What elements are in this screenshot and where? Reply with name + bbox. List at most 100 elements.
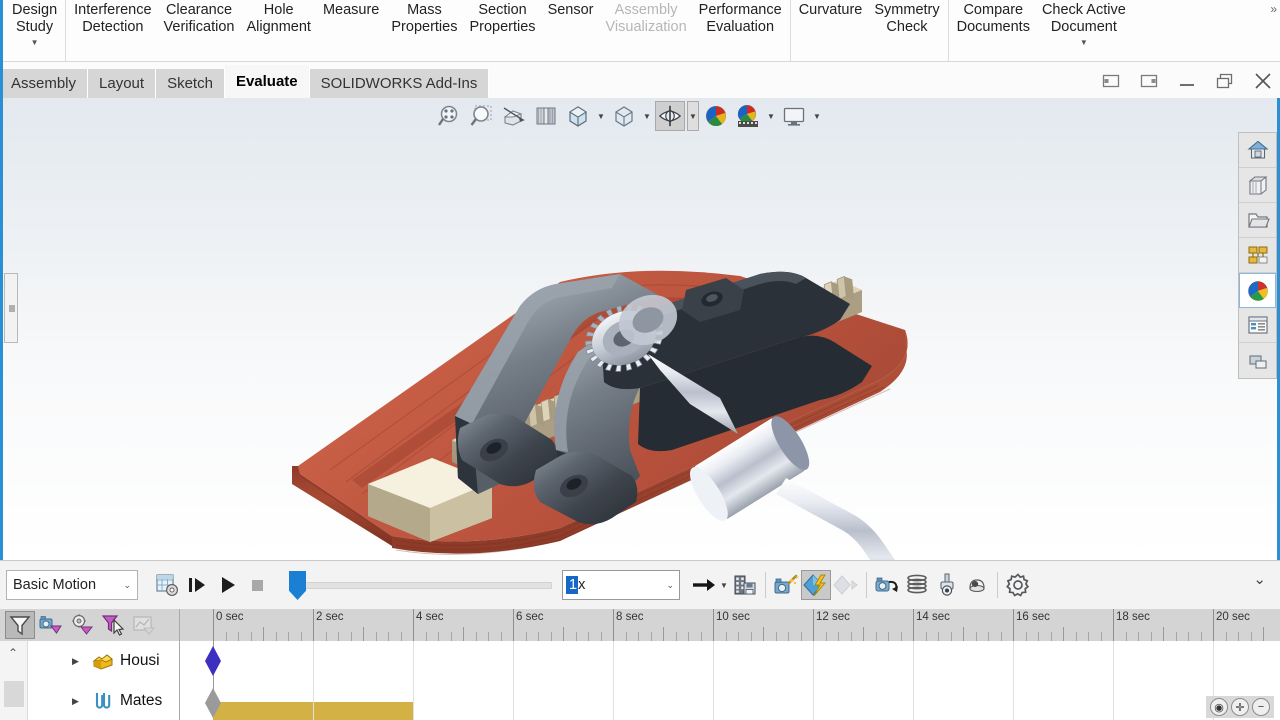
graphics-viewport[interactable]: ▼ ▼ ▼ [0,98,1280,560]
ruler-tick [476,632,477,641]
restore-doc-right-button[interactable] [1138,70,1160,92]
ruler-tick [863,627,864,641]
close-button[interactable] [1252,70,1274,92]
feature-manager-tree-icon[interactable] [1239,168,1276,203]
tab-layout[interactable]: Layout [88,69,156,98]
save-animation-icon[interactable] [730,570,760,600]
key-housing[interactable] [205,646,221,676]
ribbon-button-mass-properties[interactable]: Mass Properties [385,0,463,36]
ribbon-button-compare-documents[interactable]: Compare Documents [951,0,1036,36]
scroll-up-icon[interactable]: ⌃ [8,646,18,660]
chevron-down-icon[interactable]: ▼ [765,101,777,131]
filter-icon[interactable] [5,611,35,639]
feature-manager-collapsed-tab[interactable] [4,273,18,343]
view-setting-scene-icon[interactable] [733,101,763,131]
ruler-tick [1251,632,1252,641]
restore-button[interactable] [1214,70,1236,92]
zoom-out-timeline-button[interactable]: − [1252,698,1270,716]
stop-icon[interactable] [242,570,272,600]
chevron-down-icon[interactable]: ▼ [31,39,39,47]
play-from-start-icon[interactable] [212,570,242,600]
ruler-label: 8 sec [616,611,644,623]
property-manager-icon[interactable] [1239,308,1276,343]
autokey-icon[interactable] [801,570,831,600]
tree-row-housing[interactable]: ▶ Housi [28,641,180,681]
tab-sketch[interactable]: Sketch [156,69,225,98]
tree-gutter[interactable]: ⌃ [0,641,28,720]
chevron-down-icon[interactable]: ▼ [811,101,823,131]
chevron-down-icon[interactable]: ▼ [595,101,607,131]
tab-evaluate[interactable]: Evaluate [225,65,310,98]
display-manager-icon[interactable] [1239,273,1276,308]
damper-icon[interactable] [932,570,962,600]
chevron-down-icon[interactable]: ⌄ [123,580,131,591]
contact-icon[interactable] [962,570,992,600]
playback-mode-icon[interactable] [688,570,718,600]
ribbon-button-hole-alignment[interactable]: Hole Alignment [240,0,316,36]
zoom-to-fit-timeline-button[interactable]: ◉ [1210,698,1228,716]
ribbon-button-symmetry-check[interactable]: Symmetry Check [868,0,945,36]
tab-assembly[interactable]: Assembly [0,69,88,98]
expand-arrow-icon[interactable]: ▶ [72,656,79,667]
chevron-down-icon[interactable]: ▼ [687,101,699,131]
motion-study-type-select[interactable]: Basic Motion ⌄ [6,570,138,600]
part-icon [92,650,114,672]
calculate-icon[interactable] [182,570,212,600]
motor-icon[interactable] [872,570,902,600]
ruler-tick [1176,632,1177,641]
zoom-to-area-icon[interactable] [467,101,497,131]
minimize-button[interactable] [1176,70,1198,92]
view-orientation-icon[interactable] [531,101,561,131]
viewport-layout-icon[interactable] [779,101,809,131]
filter-animation-icon[interactable] [36,611,66,639]
section-view-icon[interactable] [499,101,529,131]
ribbon-button-interference-detection[interactable]: Interference Detection [68,0,157,36]
ribbon-overflow-icon[interactable]: » [1270,2,1277,16]
slider-thumb[interactable] [289,571,306,600]
chevron-down-icon[interactable]: ▼ [718,570,730,600]
motion-study-properties-icon[interactable] [152,570,182,600]
open-folder-icon[interactable] [1239,203,1276,238]
tab-solidworks-add-ins[interactable]: SOLIDWORKS Add-Ins [310,69,490,98]
spring-icon[interactable] [902,570,932,600]
gravity-icon[interactable] [1003,570,1033,600]
timeline-tracks[interactable] [180,641,1280,720]
ribbon-button-curvature[interactable]: Curvature [793,0,869,19]
playback-position-slider[interactable] [280,570,556,600]
zoom-in-timeline-button[interactable]: ✛ [1231,698,1249,716]
chevron-down-icon[interactable]: ▼ [641,101,653,131]
configuration-manager-icon[interactable] [1239,238,1276,273]
ruler-tick [376,632,377,641]
filter-drivingmotion-icon[interactable] [67,611,97,639]
playback-speed-select[interactable]: 1 x ⌄ [562,570,680,600]
expand-arrow-icon[interactable]: ▶ [72,696,79,707]
chevron-down-icon[interactable]: ⌄ [666,580,674,591]
view-settings-icon[interactable] [655,101,685,131]
hide-show-items-icon[interactable] [609,101,639,131]
ruler-tick [463,627,464,641]
filter-results-icon[interactable] [129,611,159,639]
filter-selected-icon[interactable] [98,611,128,639]
collapse-motionmanager-icon[interactable]: ⌄ [1253,570,1266,588]
restore-doc-left-button[interactable] [1100,70,1122,92]
zoom-to-fit-icon[interactable] [435,101,465,131]
hide-panel-icon[interactable] [1239,343,1276,378]
home-icon[interactable] [1239,133,1276,168]
apply-scene-icon[interactable] [701,101,731,131]
timeline-ruler[interactable]: 0 sec2 sec4 sec6 sec8 sec10 sec12 sec14 … [180,609,1280,641]
ribbon-button-sensor[interactable]: Sensor [542,0,600,19]
ribbon-button-check-active-document[interactable]: Check Active Document ▼ [1036,0,1132,47]
track-gridline [613,641,614,720]
display-style-icon[interactable] [563,101,593,131]
ribbon-button-measure[interactable]: Measure [317,0,385,19]
tree-row-mates[interactable]: ▶ Mates [28,681,180,720]
ribbon-button-section-properties[interactable]: Section Properties [463,0,541,36]
ribbon-button-performance-evaluation[interactable]: Performance Evaluation [693,0,788,36]
ruler-label: 0 sec [216,611,244,623]
ribbon-button-design-study[interactable]: Design Study ▼ [6,0,63,47]
ribbon-button-clearance-verification[interactable]: Clearance Verification [158,0,241,36]
view-panel-toolbar [1238,132,1277,379]
add-update-key-icon[interactable] [831,570,861,600]
animation-wizard-icon[interactable] [771,570,801,600]
chevron-down-icon[interactable]: ▼ [1080,39,1088,47]
